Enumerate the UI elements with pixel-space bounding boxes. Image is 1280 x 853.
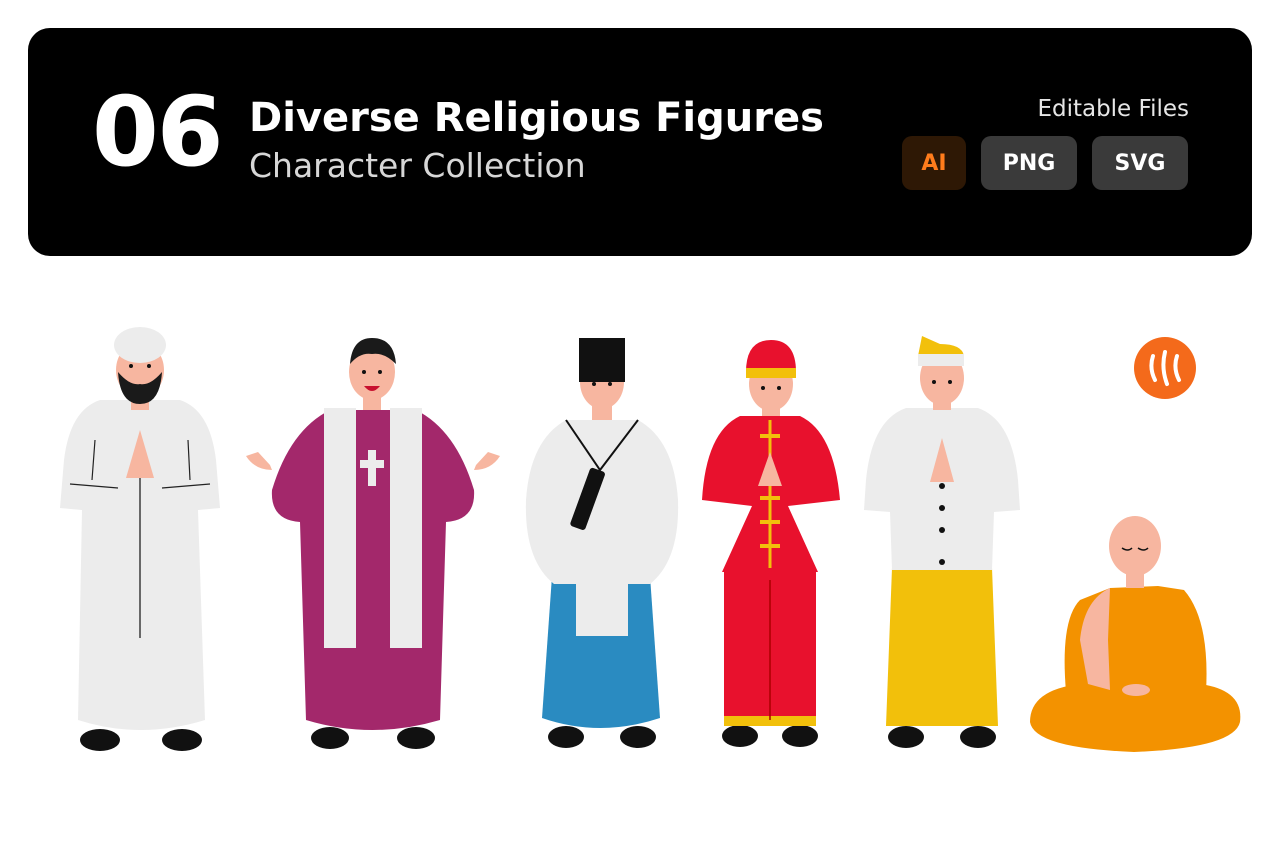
format-badge-svg: SVG xyxy=(1092,136,1188,190)
collection-title: Diverse Religious Figures xyxy=(249,95,824,141)
collection-subtitle: Character Collection xyxy=(249,146,586,185)
collection-count: 06 xyxy=(92,76,224,188)
balinese-hindu-figure xyxy=(864,336,1020,748)
format-badge-png: PNG xyxy=(981,136,1077,190)
muslim-cleric-figure xyxy=(60,327,220,751)
editable-files-label: Editable Files xyxy=(1037,96,1189,122)
illustration-area xyxy=(60,327,1241,752)
shinto-priest-figure xyxy=(525,338,679,748)
chinese-taoist-figure xyxy=(702,340,840,747)
format-badge-ai: AI xyxy=(902,136,966,190)
christian-priest-figure xyxy=(246,338,500,749)
buddhist-monk-figure xyxy=(1030,516,1241,752)
brand-logo-icon xyxy=(1134,337,1196,399)
